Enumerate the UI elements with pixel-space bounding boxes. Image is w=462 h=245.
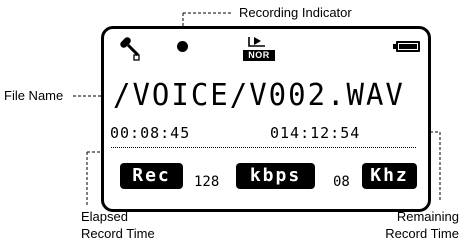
microphone-icon [120, 37, 140, 61]
battery-icon [396, 41, 420, 52]
rec-label-box: Rec [120, 163, 183, 189]
bitrate-value: 128 [194, 174, 220, 190]
elapsed-time-display: 00:08:45 [110, 124, 191, 142]
battery-terminal [393, 44, 396, 49]
battery-fill [399, 44, 417, 49]
sample-rate-unit-box: Khz [362, 163, 417, 189]
remaining-callout-line2: Record Time [385, 226, 459, 241]
sample-rate-value: 08 [333, 174, 350, 190]
recording-indicator-callout: Recording Indicator [239, 5, 352, 20]
file-name-callout: File Name [4, 88, 64, 103]
remaining-record-time-callout: Remaining Record Time [375, 208, 459, 242]
file-name-display: /VOICE/V002.WAV [113, 76, 405, 113]
mode-badge: NOR [243, 50, 275, 61]
play-mode-icon [248, 37, 265, 47]
elapsed-callout-line2: Record Time [81, 226, 155, 241]
separator-line [111, 147, 416, 148]
elapsed-record-time-callout: Elapsed Record Time [81, 208, 155, 242]
bitrate-unit-box: kbps [236, 163, 315, 189]
remaining-time-display: 014:12:54 [270, 124, 361, 142]
record-dot-icon [177, 41, 188, 52]
